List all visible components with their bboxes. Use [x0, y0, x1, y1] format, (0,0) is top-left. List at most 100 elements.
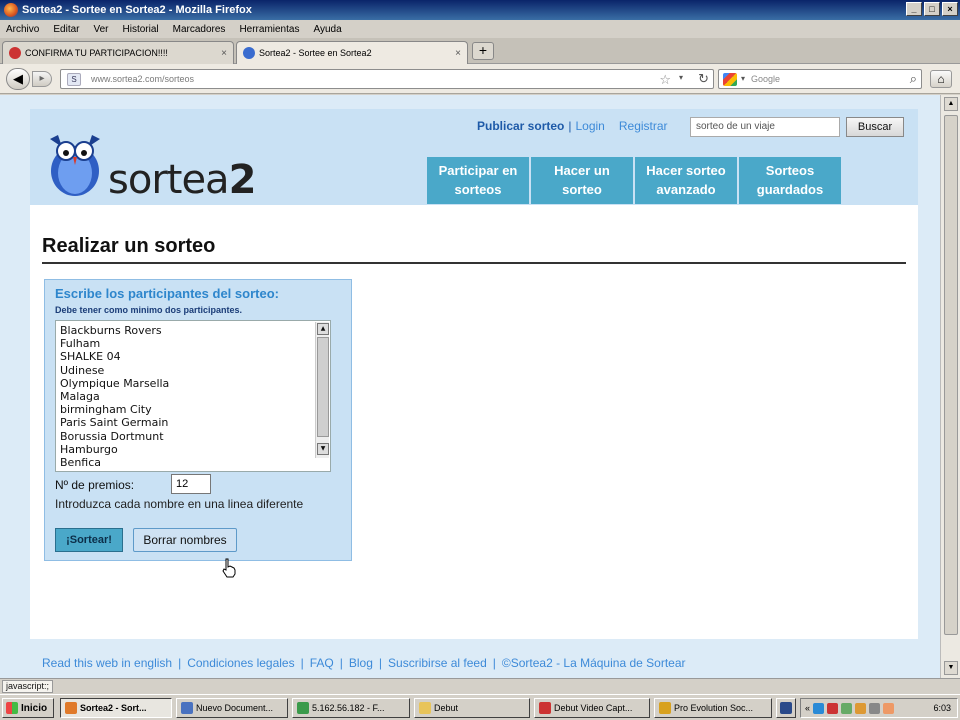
- firefox-icon: [4, 3, 18, 17]
- status-bar: javascript:;: [0, 678, 960, 694]
- participant-line: Udinese: [60, 363, 105, 377]
- nav-sorteos-guardados[interactable]: Sorteos guardados: [739, 157, 841, 204]
- maximize-button[interactable]: □: [924, 2, 940, 16]
- sortear-button[interactable]: ¡Sortear!: [55, 528, 123, 552]
- nav-hacer-sorteo[interactable]: Hacer un sorteo: [531, 157, 633, 204]
- engine-dropdown-icon[interactable]: ▾: [741, 74, 745, 83]
- footer-separator: |: [300, 656, 304, 670]
- task-ftp[interactable]: 5.162.56.182 - F...: [292, 698, 410, 718]
- google-icon[interactable]: [723, 73, 737, 86]
- buscar-button[interactable]: Buscar: [846, 117, 904, 137]
- menu-herramientas[interactable]: Herramientas: [239, 24, 299, 35]
- task-pes[interactable]: Pro Evolution Soc...: [654, 698, 772, 718]
- participant-line: Benfica: [60, 455, 102, 469]
- borrar-nombres-button[interactable]: Borrar nombres: [133, 528, 237, 552]
- search-icon[interactable]: ⌕: [910, 71, 917, 87]
- update-icon[interactable]: [841, 702, 853, 714]
- url-bar[interactable]: S www.sortea2.com/sorteos ☆ ▾ ↻: [60, 69, 714, 89]
- site-nav: Participar en sorteos Hacer un sorteo Ha…: [427, 157, 841, 204]
- network-icon[interactable]: [813, 702, 825, 714]
- top-links: Publicar sorteo | Login Registrar: [477, 119, 668, 133]
- menu-ver[interactable]: Ver: [93, 24, 108, 35]
- tab-label: Sortea2 - Sortee en Sortea2: [259, 48, 372, 58]
- messenger-icon[interactable]: [883, 702, 895, 714]
- url-dropdown-icon[interactable]: ▾: [679, 73, 683, 82]
- task-debut-folder[interactable]: Debut: [414, 698, 530, 718]
- task-label: Debut: [434, 703, 459, 713]
- start-button[interactable]: Inicio: [2, 698, 54, 718]
- page-title: Realizar un sorteo: [42, 235, 216, 257]
- forward-button[interactable]: ▸: [32, 71, 52, 87]
- new-tab-button[interactable]: +: [472, 42, 494, 60]
- close-window-button[interactable]: ×: [942, 2, 958, 16]
- page-scroll-thumb[interactable]: [944, 115, 958, 635]
- publicar-sorteo-link[interactable]: Publicar sorteo: [477, 119, 564, 133]
- reload-icon[interactable]: ↻: [698, 71, 709, 87]
- menu-marcadores[interactable]: Marcadores: [173, 24, 226, 35]
- site-search-input[interactable]: sorteo de un viaje: [690, 117, 840, 137]
- site-logo[interactable]: sortea2: [44, 133, 284, 203]
- task-debut-capture[interactable]: Debut Video Capt...: [534, 698, 650, 718]
- login-link[interactable]: Login: [575, 119, 604, 133]
- menu-editar[interactable]: Editar: [53, 24, 79, 35]
- tab-sortea2[interactable]: Sortea2 - Sortee en Sortea2 ×: [236, 41, 468, 64]
- nav-participar[interactable]: Participar en sorteos: [427, 157, 529, 204]
- participants-textarea[interactable]: Blackburns Rovers Fulham SHALKE 04 Udine…: [55, 320, 331, 472]
- form-subtitle: Debe tener como minimo dos participantes…: [55, 305, 243, 315]
- close-tab-icon[interactable]: ×: [455, 48, 461, 59]
- menu-historial[interactable]: Historial: [123, 24, 159, 35]
- page-scrollbar[interactable]: ▲ ▼: [940, 95, 960, 678]
- browser-search-bar[interactable]: ▾ Google ⌕: [718, 69, 922, 89]
- separator: |: [568, 119, 572, 133]
- task-extra[interactable]: [776, 698, 796, 718]
- registrar-link[interactable]: Registrar: [619, 119, 668, 133]
- scroll-thumb[interactable]: [317, 337, 329, 437]
- footer-link-feed[interactable]: Suscribirse al feed: [388, 656, 487, 670]
- tray-expand-icon[interactable]: «: [805, 703, 810, 713]
- scroll-up-icon[interactable]: ▲: [317, 323, 329, 335]
- antivirus-icon[interactable]: [827, 702, 839, 714]
- task-firefox[interactable]: Sortea2 - Sort...: [60, 698, 172, 718]
- ftp-task-icon: [297, 702, 309, 714]
- footer-link-faq[interactable]: FAQ: [310, 656, 334, 670]
- task-document[interactable]: Nuevo Document...: [176, 698, 288, 718]
- footer-link-english[interactable]: Read this web in english: [42, 656, 172, 670]
- minimize-button[interactable]: _: [906, 2, 922, 16]
- hand-cursor-icon: [222, 558, 236, 578]
- footer-separator: |: [339, 656, 343, 670]
- window-title: Sortea2 - Sortee en Sortea2 - Mozilla Fi…: [22, 4, 252, 16]
- participant-line: Paris Saint Germain: [60, 416, 169, 430]
- clock: 6:03: [933, 703, 951, 713]
- footer-link-blog[interactable]: Blog: [349, 656, 373, 670]
- site-identity-icon[interactable]: S: [67, 73, 81, 86]
- close-tab-icon[interactable]: ×: [221, 48, 227, 59]
- scroll-down-icon[interactable]: ▼: [317, 443, 329, 455]
- bookmark-star-icon[interactable]: ☆: [659, 72, 671, 88]
- nav-sorteo-avanzado[interactable]: Hacer sorteo avanzado: [635, 157, 737, 204]
- page-scroll-up-icon[interactable]: ▲: [944, 97, 958, 111]
- tab-confirma[interactable]: CONFIRMA TU PARTICIPACION!!!! ×: [2, 41, 234, 64]
- textarea-scrollbar[interactable]: ▲ ▼: [315, 322, 329, 458]
- premios-input[interactable]: 12: [171, 474, 211, 494]
- menu-archivo[interactable]: Archivo: [6, 24, 39, 35]
- footer-separator: |: [178, 656, 182, 670]
- tab-label: CONFIRMA TU PARTICIPACION!!!!: [25, 48, 168, 58]
- page-scroll-down-icon[interactable]: ▼: [944, 661, 958, 675]
- tab-favicon-icon: [243, 47, 255, 59]
- page-container: sortea2 Publicar sorteo | Login Registra…: [30, 109, 918, 639]
- title-divider: [42, 262, 906, 264]
- footer-link-condiciones[interactable]: Condiciones legales: [187, 656, 294, 670]
- home-button[interactable]: ⌂: [930, 70, 952, 88]
- window-title-bar: Sortea2 - Sortee en Sortea2 - Mozilla Fi…: [0, 0, 960, 20]
- menu-ayuda[interactable]: Ayuda: [313, 24, 341, 35]
- participant-line: Blackburns Rovers: [60, 324, 162, 337]
- volume-icon[interactable]: [869, 702, 881, 714]
- task-label: Nuevo Document...: [196, 703, 274, 713]
- menu-bar: Archivo Editar Ver Historial Marcadores …: [0, 20, 960, 38]
- back-button[interactable]: ◀: [6, 68, 30, 90]
- tray-app-icon[interactable]: [855, 702, 867, 714]
- folder-task-icon: [419, 702, 431, 714]
- footer-copyright[interactable]: ©Sortea2 - La Máquina de Sortear: [502, 656, 686, 670]
- task-label: Pro Evolution Soc...: [674, 703, 754, 713]
- status-text: javascript:;: [2, 680, 54, 693]
